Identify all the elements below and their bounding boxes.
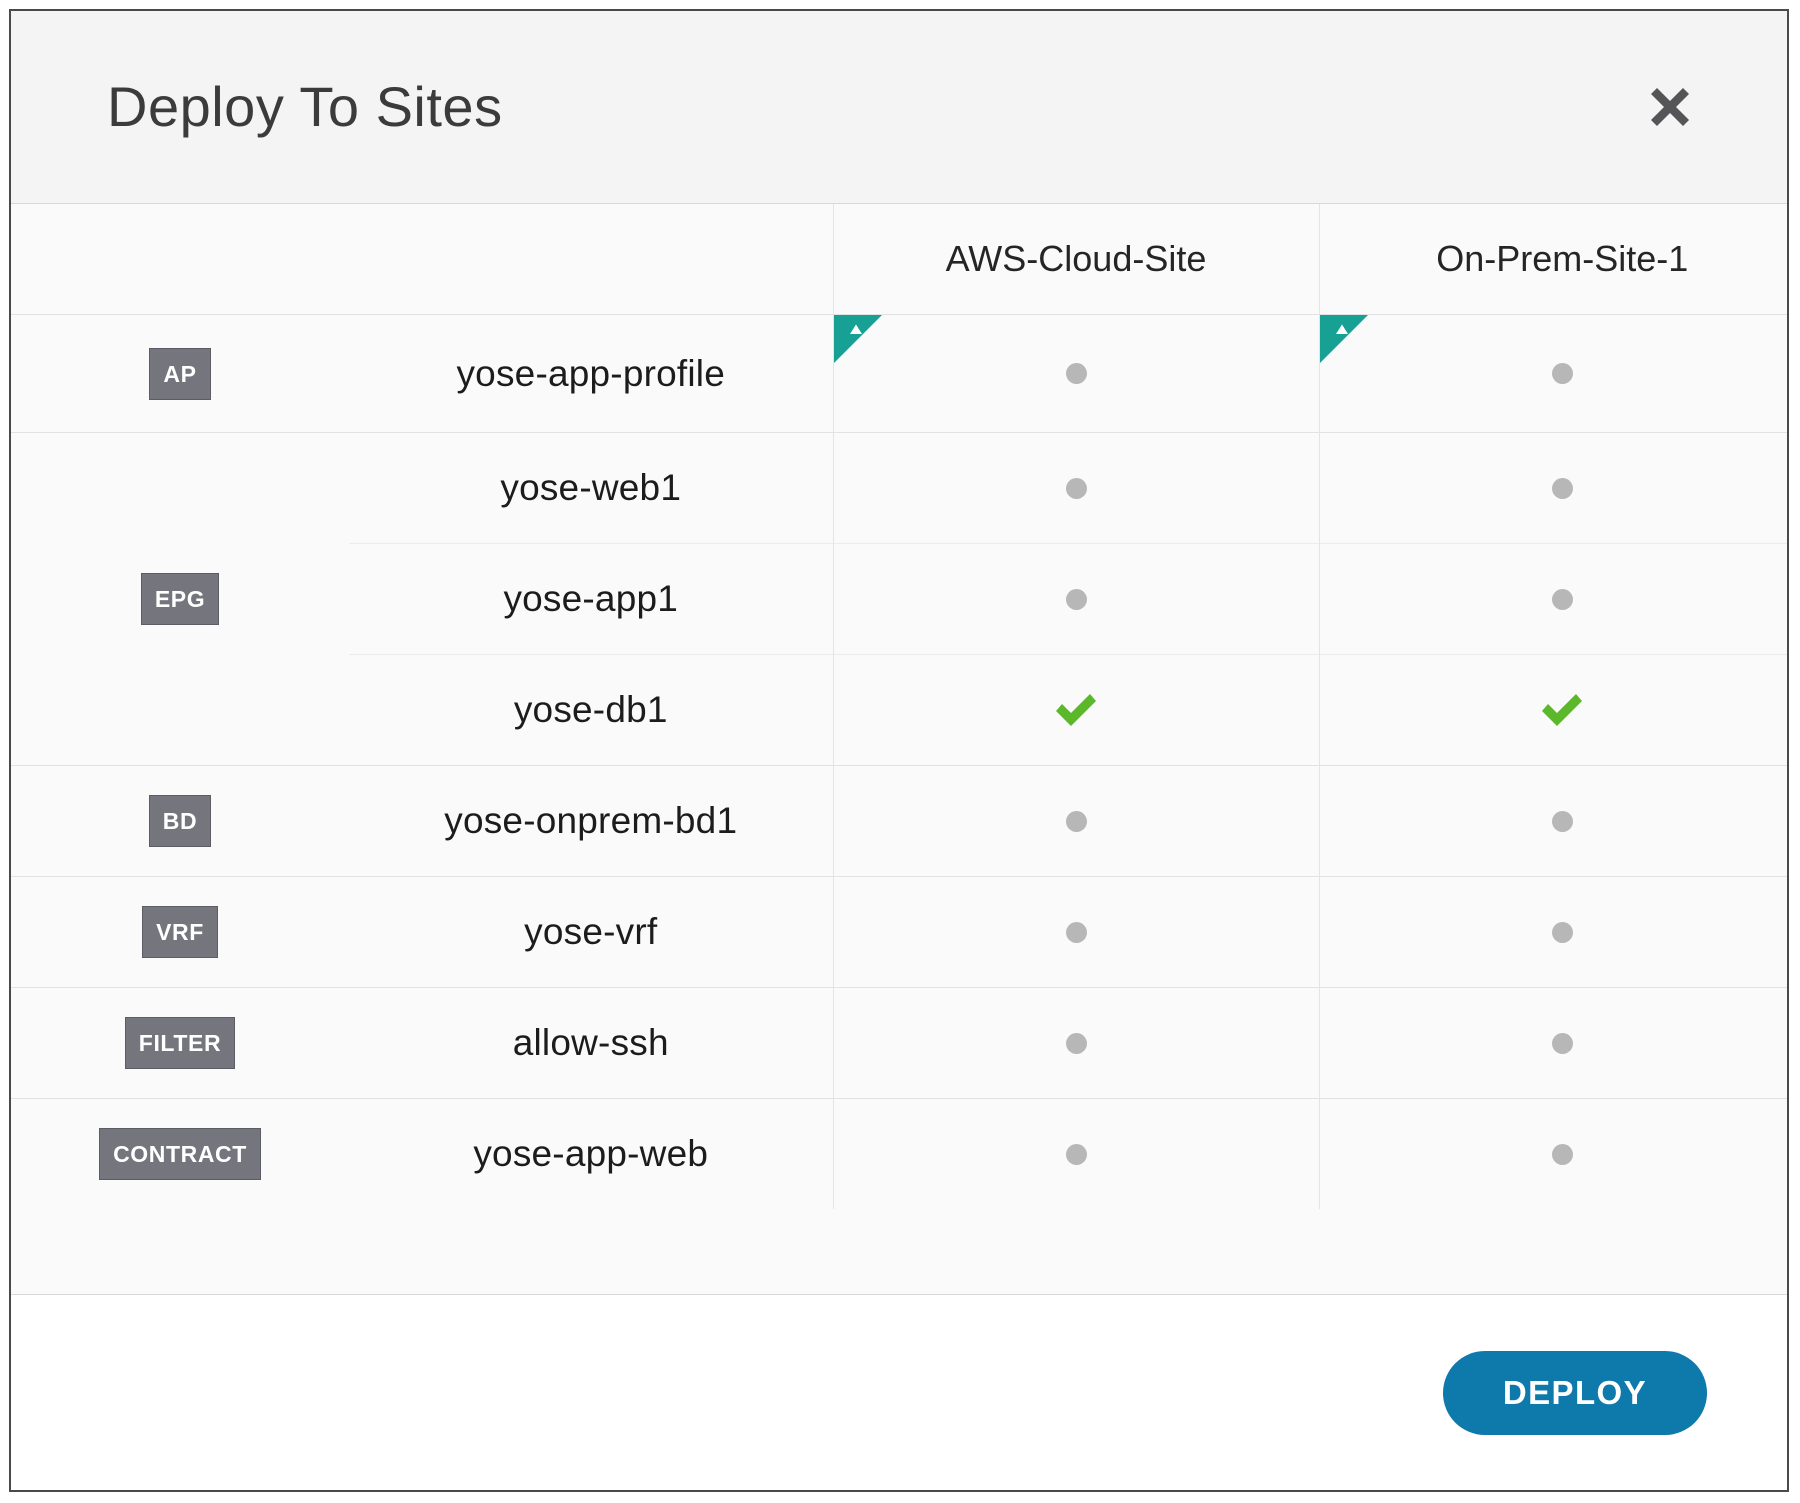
type-badge: EPG <box>140 573 220 625</box>
type-badge: AP <box>149 347 211 400</box>
site-status-cell[interactable] <box>1318 314 1787 433</box>
site-status-cell[interactable] <box>1318 876 1787 988</box>
gray-dot-icon <box>1065 477 1087 499</box>
site-status-cell[interactable] <box>832 987 1319 1099</box>
green-check-icon <box>834 692 1319 728</box>
object-name-cell: yose-vrf <box>349 876 833 988</box>
gray-dot-icon <box>1551 363 1573 384</box>
site-status-cell[interactable] <box>1318 654 1788 766</box>
page-title: Deploy To Sites <box>107 75 503 138</box>
gray-dot-icon <box>1065 588 1087 610</box>
gray-dot-icon <box>1551 810 1573 832</box>
table-row: BD yose-onprem-bd1 <box>11 765 1787 877</box>
deploy-to-sites-dialog: Deploy To Sites AWS-Cloud-Site On-Prem-S… <box>9 9 1789 1492</box>
row-type-badge-cell: FILTER <box>11 987 349 1099</box>
site-status-cell[interactable] <box>832 432 1319 544</box>
new-object-flag-icon <box>833 315 882 363</box>
gray-dot-icon <box>1551 921 1573 943</box>
gray-dot-icon <box>1065 810 1087 832</box>
site-status-cell[interactable] <box>832 314 1319 433</box>
row-type-badge-cell: AP <box>11 314 349 433</box>
object-name-cell: yose-app-web <box>349 1098 833 1209</box>
gray-dot-icon <box>1065 921 1087 943</box>
row-type-badge-cell: BD <box>11 765 349 877</box>
table-row: AP yose-app-profile <box>11 314 1787 433</box>
site-status-cell[interactable] <box>832 543 1319 655</box>
gray-dot-icon <box>1551 1143 1573 1165</box>
header-row: AWS-Cloud-Site On-Prem-Site-1 <box>11 204 1787 315</box>
dialog-footer: DEPLOY <box>11 1294 1787 1490</box>
deploy-button[interactable]: DEPLOY <box>1442 1350 1707 1435</box>
new-object-flag-icon <box>1319 315 1368 363</box>
gray-dot-icon <box>1551 1032 1573 1054</box>
green-check-icon <box>1320 692 1788 728</box>
table-body: AP yose-app-profile EPG yose-web1 yose-app1 y… <box>11 314 1788 1209</box>
site-status-cell[interactable] <box>1318 432 1787 544</box>
row-type-badge-cell: VRF <box>11 876 349 988</box>
object-name-cell: yose-onprem-bd1 <box>349 765 833 877</box>
dialog-header: Deploy To Sites <box>11 11 1787 204</box>
header-site-1: On-Prem-Site-1 <box>1318 204 1787 315</box>
close-icon[interactable] <box>1639 76 1701 138</box>
header-badge-col <box>11 204 349 315</box>
object-name-cell: allow-ssh <box>349 987 833 1099</box>
site-status-cell[interactable] <box>1318 543 1787 655</box>
deploy-table: AWS-Cloud-Site On-Prem-Site-1 AP yose-app… <box>11 204 1787 1209</box>
site-status-cell[interactable] <box>1318 987 1787 1099</box>
object-name-cell: yose-app-profile <box>349 314 833 433</box>
gray-dot-icon <box>1065 363 1087 384</box>
site-status-cell[interactable] <box>1318 765 1787 877</box>
type-badge: CONTRACT <box>99 1128 261 1180</box>
table-header: AWS-Cloud-Site On-Prem-Site-1 <box>11 204 1787 315</box>
type-badge: BD <box>148 795 212 847</box>
site-status-cell[interactable] <box>1318 1098 1787 1209</box>
row-type-badge-cell: EPG <box>11 432 349 766</box>
gray-dot-icon <box>1065 1032 1087 1054</box>
gray-dot-icon <box>1065 1143 1087 1165</box>
table-row: EPG yose-web1 <box>11 432 1787 766</box>
object-name-cell: yose-app1 <box>349 543 833 655</box>
gray-dot-icon <box>1551 477 1573 499</box>
table-row: FILTER allow-ssh <box>11 987 1787 1099</box>
object-name-cell: yose-db1 <box>349 654 833 766</box>
type-badge: FILTER <box>124 1017 236 1069</box>
table-row: VRF yose-vrf <box>11 876 1787 988</box>
site-status-cell[interactable] <box>832 1098 1319 1209</box>
header-name-col <box>349 204 833 315</box>
type-badge: VRF <box>142 906 218 958</box>
row-type-badge-cell: CONTRACT <box>11 1098 349 1209</box>
gray-dot-icon <box>1551 588 1573 610</box>
deploy-table-container: AWS-Cloud-Site On-Prem-Site-1 AP yose-app… <box>11 204 1787 1294</box>
header-site-0: AWS-Cloud-Site <box>832 204 1319 315</box>
site-status-cell[interactable] <box>832 876 1319 988</box>
site-status-cell[interactable] <box>832 654 1319 766</box>
site-status-cell[interactable] <box>832 765 1319 877</box>
object-name-cell: yose-web1 <box>349 432 833 544</box>
table-row: CONTRACT yose-app-web <box>11 1098 1787 1209</box>
